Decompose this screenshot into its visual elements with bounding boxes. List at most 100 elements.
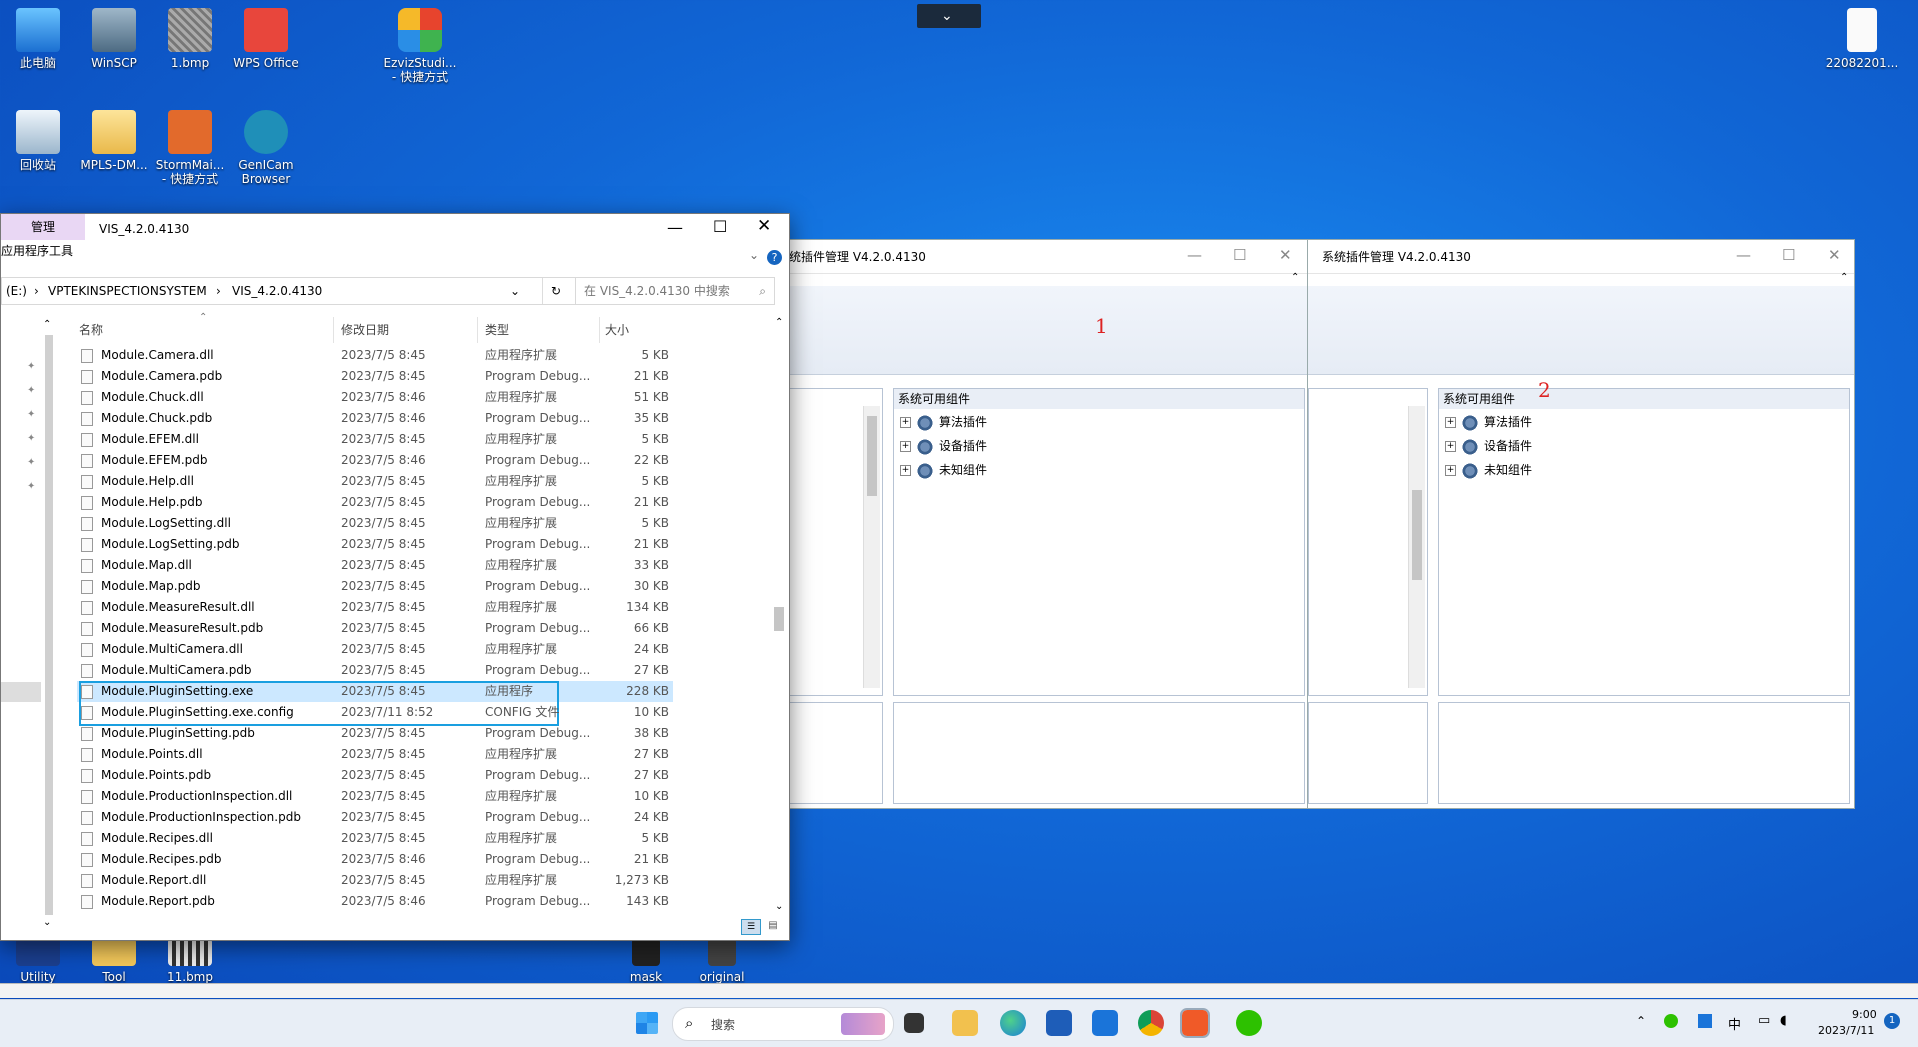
column-separator[interactable] — [333, 317, 334, 343]
desktop-icon-genicam[interactable]: GenICam Browser — [228, 110, 304, 186]
file-row[interactable]: Module.PluginSetting.exe.config 2023/7/11… — [77, 702, 673, 723]
expand-icon[interactable]: + — [1445, 417, 1456, 428]
edge-icon[interactable] — [1000, 1010, 1026, 1036]
file-explorer-icon[interactable] — [952, 1010, 978, 1036]
desktop-icon-wps[interactable]: WPS Office — [228, 8, 304, 70]
file-row[interactable]: Module.Map.dll 2023/7/5 8:45 应用程序扩展 33 KB — [77, 555, 673, 576]
wechat-tray-icon[interactable] — [1664, 1014, 1678, 1028]
file-row[interactable]: Module.Camera.pdb 2023/7/5 8:45 Program De… — [77, 366, 673, 387]
breadcrumb-segment[interactable]: VPTEKINSPECTIONSYSTEM — [48, 278, 207, 304]
desktop-icon-ezviz[interactable]: EzvizStudi... - 快捷方式 — [380, 8, 460, 84]
pin-icon[interactable]: ✦ — [27, 361, 35, 372]
file-row[interactable]: Module.Recipes.dll 2023/7/5 8:45 应用程序扩展 5 K… — [77, 828, 673, 849]
file-row[interactable]: Module.PluginSetting.exe 2023/7/5 8:45 应用程… — [77, 681, 673, 702]
file-row[interactable]: Module.EFEM.dll 2023/7/5 8:45 应用程序扩展 5 KB — [77, 429, 673, 450]
file-row[interactable]: Module.PluginSetting.pdb 2023/7/5 8:45 Pro… — [77, 723, 673, 744]
pin-icon[interactable]: ✦ — [27, 457, 35, 468]
breadcrumb-segment[interactable]: VIS_4.2.0.4130 — [232, 278, 322, 304]
chrome-icon[interactable] — [1138, 1010, 1164, 1036]
column-header-date[interactable]: 修改日期 — [341, 319, 389, 341]
minimize-button[interactable]: — — [1736, 246, 1751, 264]
expand-icon[interactable]: + — [900, 465, 911, 476]
scroll-thumb[interactable] — [1412, 490, 1422, 580]
file-row[interactable]: Module.MeasureResult.pdb 2023/7/5 8:45 Pro… — [77, 618, 673, 639]
desktop-icon-winscp[interactable]: WinSCP — [76, 8, 152, 70]
pin-icon[interactable]: ✦ — [27, 409, 35, 420]
desktop-icon-stormmai[interactable]: StormMai... - 快捷方式 — [152, 110, 228, 186]
file-row[interactable]: Module.MultiCamera.pdb 2023/7/5 8:45 Progr… — [77, 660, 673, 681]
ribbon-tab-manage[interactable]: 管理 — [1, 214, 85, 240]
desktop-icon-this-pc[interactable]: 此电脑 — [0, 8, 76, 70]
scroll-down-icon[interactable]: ⌄ — [775, 901, 783, 912]
address-dropdown-icon[interactable]: ⌄ — [510, 278, 520, 304]
close-button[interactable]: ✕ — [1828, 246, 1841, 264]
ime-indicator[interactable]: 中 — [1728, 1014, 1741, 1033]
maximize-button[interactable]: ☐ — [1782, 246, 1795, 264]
file-row[interactable]: Module.EFEM.pdb 2023/7/5 8:46 Program Debu… — [77, 450, 673, 471]
desktop-icon-11bmp[interactable]: 11.bmp — [152, 938, 228, 984]
collapse-ribbon-icon[interactable]: ⌃ — [1291, 272, 1299, 283]
file-row[interactable]: Module.ProductionInspection.dll 2023/7/5 … — [77, 786, 673, 807]
file-row[interactable]: Module.Chuck.pdb 2023/7/5 8:46 Program Deb… — [77, 408, 673, 429]
wechat-icon[interactable] — [1236, 1010, 1262, 1036]
breadcrumb-drive[interactable]: (E:) — [6, 278, 27, 304]
taskbar-search[interactable]: ⌕ 搜索 — [672, 1007, 894, 1041]
scroll-down-icon[interactable]: ⌄ — [43, 917, 51, 928]
desktop-icon-utility[interactable]: Utility — [0, 938, 76, 984]
pin-icon[interactable]: ✦ — [27, 481, 35, 492]
file-row[interactable]: Module.LogSetting.pdb 2023/7/5 8:45 Progra… — [77, 534, 673, 555]
close-button[interactable]: ✕ — [1279, 246, 1292, 264]
large-icons-view-icon[interactable]: ▤ — [765, 919, 781, 933]
close-button[interactable]: ✕ — [757, 216, 771, 236]
tree-item-unknown[interactable]: + 未知组件 — [1445, 459, 1532, 481]
store-icon[interactable] — [1046, 1010, 1072, 1036]
details-view-icon[interactable]: ☰ — [741, 919, 761, 935]
desktop-icon-bmp[interactable]: 1.bmp — [152, 8, 228, 70]
expand-icon[interactable]: + — [900, 441, 911, 452]
desktop-icon-original[interactable]: original — [684, 938, 760, 984]
file-row[interactable]: Module.MultiCamera.dll 2023/7/5 8:45 应用程序扩… — [77, 639, 673, 660]
left-list-scrollbar[interactable] — [1408, 406, 1425, 688]
file-row[interactable]: Module.Help.dll 2023/7/5 8:45 应用程序扩展 5 KB — [77, 471, 673, 492]
top-dropdown-button[interactable]: ⌄ — [917, 4, 981, 28]
column-header-size[interactable]: 大小 — [605, 319, 629, 341]
desktop-icon-tool[interactable]: Tool — [76, 938, 152, 984]
tree-item-algorithm[interactable]: + 算法插件 — [900, 411, 987, 433]
desktop-icon-recycle-bin[interactable]: 回收站 — [0, 110, 76, 172]
file-row[interactable]: Module.Report.dll 2023/7/5 8:45 应用程序扩展 1,27… — [77, 870, 673, 891]
maximize-button[interactable]: ☐ — [713, 217, 727, 236]
maximize-button[interactable]: ☐ — [1233, 246, 1246, 264]
file-row[interactable]: Module.MeasureResult.dll 2023/7/5 8:45 应用程… — [77, 597, 673, 618]
scroll-up-icon[interactable]: ⌃ — [775, 317, 783, 328]
desktop-icon-mpls[interactable]: MPLS-DM... — [76, 110, 152, 172]
file-row[interactable]: Module.Map.pdb 2023/7/5 8:45 Program Debug… — [77, 576, 673, 597]
network-icon[interactable]: ▭ — [1758, 1013, 1770, 1028]
tree-item-unknown[interactable]: + 未知组件 — [900, 459, 987, 481]
scroll-thumb[interactable] — [867, 416, 877, 496]
file-row[interactable]: Module.Report.pdb 2023/7/5 8:46 Program De… — [77, 891, 673, 912]
file-row[interactable]: Module.Chuck.dll 2023/7/5 8:46 应用程序扩展 51 KB — [77, 387, 673, 408]
minimize-button[interactable]: — — [1187, 246, 1202, 264]
active-app-icon[interactable] — [1180, 1008, 1210, 1038]
desktop-icon-file[interactable]: 22082201... — [1820, 8, 1904, 70]
expand-icon[interactable]: + — [1445, 441, 1456, 452]
expand-icon[interactable]: + — [1445, 465, 1456, 476]
file-row[interactable]: Module.Points.dll 2023/7/5 8:45 应用程序扩展 27 K… — [77, 744, 673, 765]
tree-item-device[interactable]: + 设备插件 — [900, 435, 987, 457]
mail-icon[interactable] — [1092, 1010, 1118, 1036]
collapse-ribbon-icon[interactable]: ⌃ — [1840, 272, 1848, 283]
scroll-up-icon[interactable]: ⌃ — [43, 319, 51, 330]
bluetooth-tray-icon[interactable] — [1698, 1014, 1712, 1028]
expand-ribbon-icon[interactable]: ⌄ — [749, 248, 759, 262]
left-list-scrollbar[interactable] — [863, 406, 880, 688]
desktop-icon-mask[interactable]: mask — [608, 938, 684, 984]
volume-icon[interactable]: ◖ — [1780, 1013, 1787, 1028]
pin-icon[interactable]: ✦ — [27, 385, 35, 396]
scroll-thumb[interactable] — [774, 607, 784, 631]
file-row[interactable]: Module.LogSetting.dll 2023/7/5 8:45 应用程序扩展… — [77, 513, 673, 534]
nav-selected-item[interactable] — [1, 682, 41, 702]
column-separator[interactable] — [477, 317, 478, 343]
tree-item-algorithm[interactable]: + 算法插件 — [1445, 411, 1532, 433]
column-header-type[interactable]: 类型 — [485, 319, 509, 341]
file-row[interactable]: Module.Help.pdb 2023/7/5 8:45 Program Debu… — [77, 492, 673, 513]
